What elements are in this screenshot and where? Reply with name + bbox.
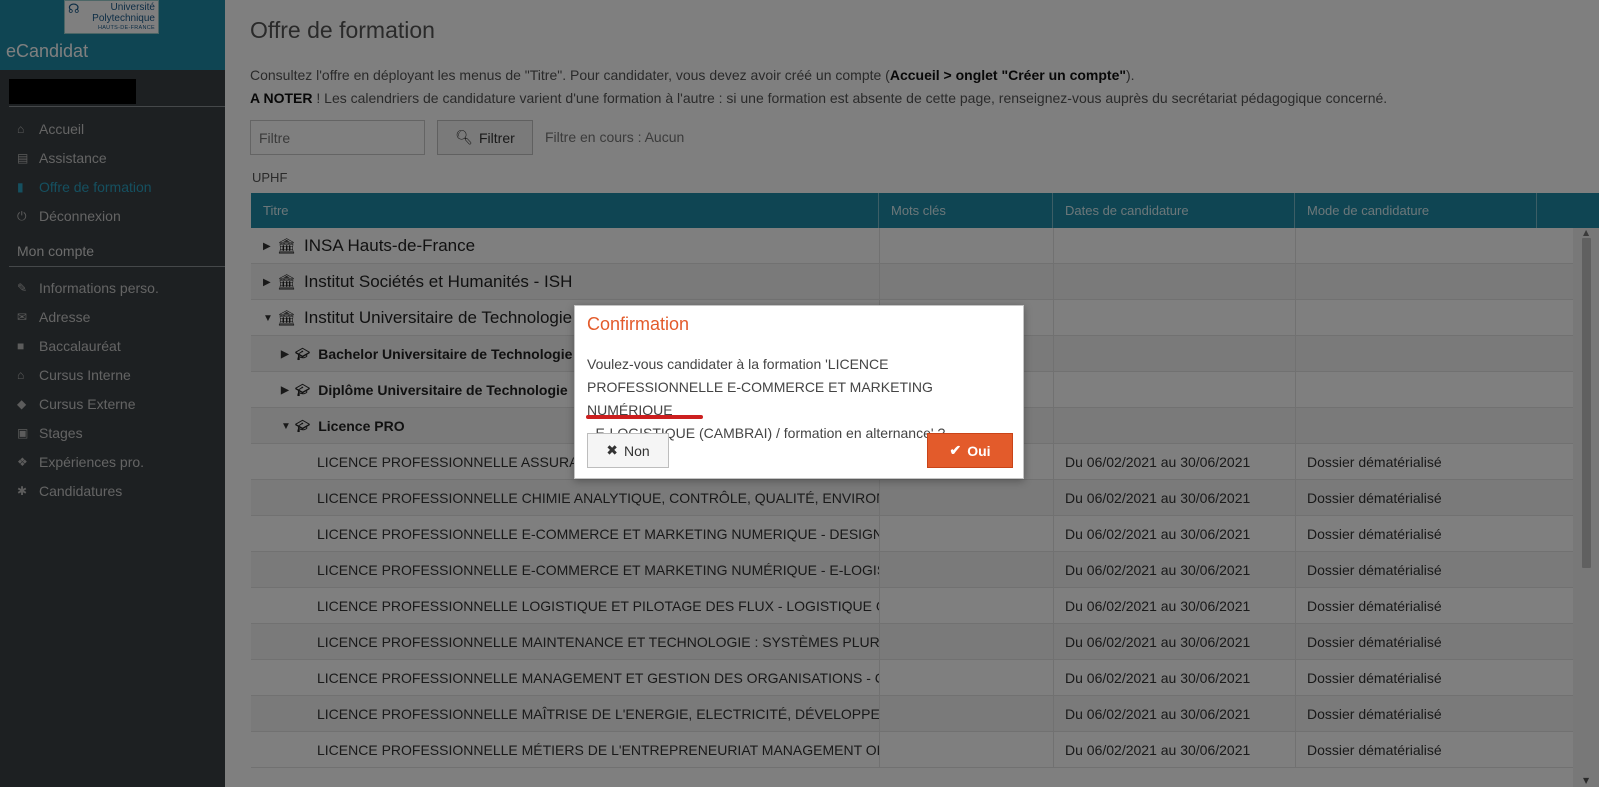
no-button-label: Non: [624, 442, 650, 459]
dialog-title: Confirmation: [587, 314, 690, 334]
yes-button-label: Oui: [967, 442, 991, 459]
yes-button[interactable]: ✔ Oui: [927, 433, 1013, 468]
dialog-message-line-1: Voulez-vous candidater à la formation 'L…: [587, 356, 889, 372]
dialog-message-line-2: PROFESSIONNELLE E-COMMERCE ET MARKETING …: [587, 379, 933, 418]
dialog-message: Voulez-vous candidater à la formation 'L…: [587, 353, 1015, 445]
check-icon: ✔: [949, 442, 962, 458]
close-icon: ✖: [606, 442, 619, 458]
red-underline-annotation: [586, 415, 703, 419]
confirmation-dialog: Confirmation Voulez-vous candidater à la…: [574, 305, 1024, 479]
no-button[interactable]: ✖ Non: [587, 433, 669, 468]
